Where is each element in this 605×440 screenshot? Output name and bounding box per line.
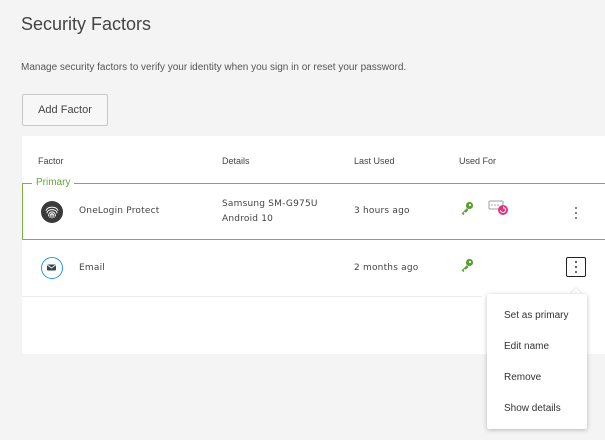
kebab-icon [574,260,578,274]
password-reset-icon [488,200,508,215]
menu-item-set-primary[interactable]: Set as primary [504,310,568,321]
factor-name: OneLogin Protect [79,206,160,216]
fingerprint-icon [41,201,63,223]
menu-item-remove[interactable]: Remove [504,372,541,383]
menu-item-show-details[interactable]: Show details [504,403,561,414]
envelope-icon [41,257,63,279]
column-header-used-for: Used For [459,156,497,166]
factor-last-used: 3 hours ago [354,206,410,216]
row-actions-button[interactable] [566,257,586,277]
key-icon [461,201,474,215]
page-subtitle: Manage security factors to verify your i… [21,62,407,73]
add-factor-button[interactable]: Add Factor [22,94,108,126]
row-actions-button[interactable] [566,203,586,223]
column-header-details: Details [222,156,250,166]
factor-last-used: 2 months ago [354,263,419,273]
page-title: Security Factors [21,14,152,34]
menu-item-edit-name[interactable]: Edit name [504,341,549,352]
column-header-last-used: Last Used [354,156,395,166]
column-header-factor: Factor [38,156,64,166]
row-actions-menu: Set as primary Edit name Remove Show det… [487,294,587,429]
kebab-icon [574,206,578,220]
primary-label: Primary [32,177,75,189]
factor-name: Email [79,263,105,273]
factor-os: Android 10 [222,214,274,224]
factor-device: Samsung SM-G975U [222,199,318,209]
key-icon [461,258,474,272]
divider [22,296,482,297]
